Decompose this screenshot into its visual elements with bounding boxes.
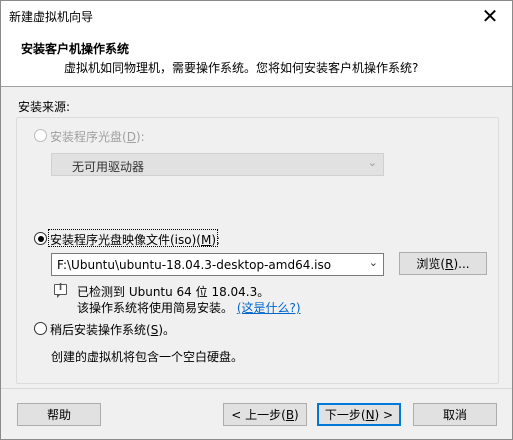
help-button[interactable]: 帮助 [17,403,101,426]
whats-this-link[interactable]: (这是什么?) [237,301,301,315]
iso-image-radio[interactable] [34,232,47,245]
detected-os-text: 已检测到 Ubuntu 64 位 18.04.3。 [77,285,270,299]
easy-install-note: 该操作系统将使用简易安装。 (这是什么?) [77,301,301,315]
chevron-down-icon: ⌄ [367,156,377,169]
page-subtitle: 虚拟机如同物理机，需要操作系统。您将如何安装客户机操作系统? [64,61,419,75]
cancel-button[interactable]: 取消 [413,403,497,426]
blank-disk-description: 创建的虚拟机将包含一个空白硬盘。 [51,350,244,364]
new-vm-wizard-window: 新建虚拟机向导 ✕ 安装客户机操作系统 虚拟机如同物理机，需要操作系统。您将如何… [0,0,513,440]
iso-image-label: 安装程序光盘映像文件(iso)(M): [50,233,221,247]
browse-button[interactable]: 浏览(R)... [399,252,487,275]
back-button[interactable]: < 上一步(B) [223,403,307,426]
page-title: 安装客户机操作系统 [21,42,130,56]
footer-divider [1,388,512,389]
drive-select-value: 无可用驱动器 [72,160,145,174]
install-source-label: 安装来源: [18,100,71,114]
close-icon[interactable]: ✕ [468,1,512,31]
wizard-header: 安装客户机操作系统 虚拟机如同物理机，需要操作系统。您将如何安装客户机操作系统? [1,31,512,87]
iso-path-combobox[interactable]: F:\Ubuntu\ubuntu-18.04.3-desktop-amd64.i… [51,253,384,276]
install-later-label: 稍后安装操作系统(S)。 [50,323,175,337]
iso-path-value: F:\Ubuntu\ubuntu-18.04.3-desktop-amd64.i… [57,258,332,272]
drive-select[interactable]: 无可用驱动器 ⌄ [51,153,384,176]
install-later-radio[interactable] [34,322,47,335]
installer-disc-label: 安装程序光盘(D): [50,130,145,144]
installer-disc-radio[interactable] [34,129,47,142]
info-bubble-icon: i [54,283,67,298]
next-button[interactable]: 下一步(N) > [317,403,401,426]
window-title: 新建虚拟机向导 [9,9,94,24]
title-bar: 新建虚拟机向导 ✕ [1,1,512,31]
chevron-down-icon[interactable]: ⌄ [369,256,378,269]
